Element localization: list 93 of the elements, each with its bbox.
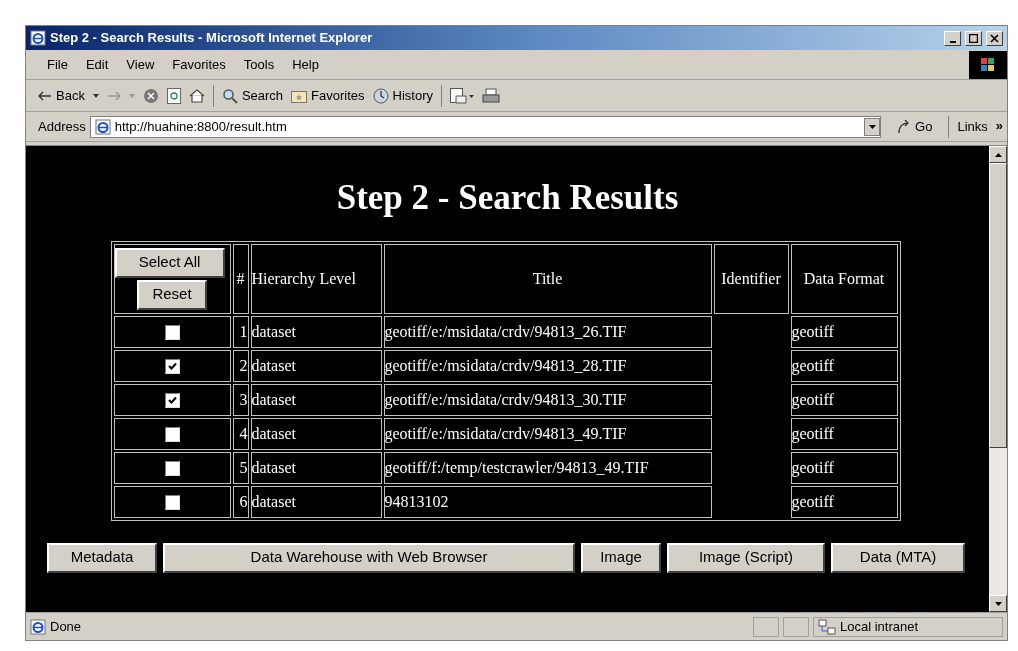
table-cell: dataset [250, 315, 382, 348]
clock-icon [372, 87, 389, 104]
table-cell: geotiff/e:/msidata/crdv/94813_30.TIF [383, 383, 712, 416]
home-icon[interactable] [188, 87, 205, 104]
dropdown-icon[interactable] [92, 93, 99, 98]
action-button[interactable]: Image [581, 542, 661, 573]
address-label: Address [38, 117, 86, 136]
row-checkbox[interactable] [164, 393, 180, 409]
zone-text: Local intranet [840, 617, 919, 636]
back-arrow-icon [38, 90, 52, 101]
page-icon [30, 618, 46, 635]
network-icon [818, 618, 836, 635]
up-arrow-icon [994, 152, 1002, 157]
row-checkbox[interactable] [164, 495, 180, 511]
maximize-icon [969, 33, 978, 43]
menu-item[interactable]: Favorites [163, 54, 235, 75]
status-panel [783, 616, 809, 637]
reset-button[interactable]: Reset [137, 279, 207, 310]
printer-icon[interactable] [482, 87, 501, 104]
table-cell: 5 [232, 451, 249, 484]
page-icon [94, 118, 111, 135]
column-header: Data Format [790, 243, 898, 314]
table-cell: 6 [232, 485, 249, 518]
scroll-up-button[interactable] [989, 146, 1007, 163]
search-button[interactable]: Search [221, 85, 284, 106]
close-button[interactable] [986, 30, 1003, 46]
status-text: Done [50, 617, 83, 636]
windows-logo-icon [969, 50, 1007, 79]
scroll-thumb[interactable] [989, 163, 1007, 448]
search-icon [221, 87, 238, 104]
menu-item[interactable]: File [38, 54, 77, 75]
table-cell: dataset [250, 485, 382, 518]
action-button[interactable]: Metadata [47, 542, 157, 573]
chevron-button[interactable]: » [991, 116, 1003, 136]
row-checkbox[interactable] [164, 359, 180, 375]
go-button[interactable]: Go [885, 116, 945, 137]
select-all-button[interactable]: Select All [114, 247, 225, 278]
table-cell: 1 [232, 315, 249, 348]
stop-icon[interactable] [142, 87, 159, 104]
action-button[interactable]: Image (Script) [667, 542, 825, 573]
browser-icon [30, 30, 46, 46]
table-cell: dataset [250, 451, 382, 484]
menu-item[interactable]: View [117, 54, 164, 75]
column-header: # [232, 243, 249, 314]
vertical-scrollbar[interactable] [989, 146, 1007, 612]
page-heading: Step 2 - Search Results [336, 177, 679, 219]
scroll-down-button[interactable] [989, 595, 1007, 612]
column-header: Hierarchy Level [250, 243, 382, 314]
checkmark-icon [167, 396, 177, 406]
table-cell: dataset [250, 383, 382, 416]
table-cell: geotiff/f:/temp/testcrawler/94813_49.TIF [383, 451, 712, 484]
table-cell: geotiff [790, 417, 898, 450]
column-header: Title [383, 243, 712, 314]
refresh-icon[interactable] [166, 87, 181, 104]
table-cell: geotiff [790, 383, 898, 416]
minimize-icon [949, 40, 956, 43]
menu-item[interactable]: Tools [234, 54, 284, 75]
table-cell: geotiff [790, 349, 898, 382]
table-cell: dataset [250, 349, 382, 382]
caret-icon [868, 124, 876, 129]
row-checkbox[interactable] [164, 461, 180, 477]
history-button[interactable]: History [372, 85, 434, 106]
table-cell: geotiff/e:/msidata/crdv/94813_49.TIF [383, 417, 712, 450]
links-button[interactable]: Links [953, 116, 988, 137]
table-cell: geotiff/e:/msidata/crdv/94813_28.TIF [383, 349, 712, 382]
table-cell: dataset [250, 417, 382, 450]
table-cell: 3 [232, 383, 249, 416]
dropdown-icon[interactable] [864, 117, 881, 136]
down-arrow-icon [994, 601, 1002, 606]
row-checkbox[interactable] [164, 325, 180, 341]
action-button[interactable]: Data (MTA) [831, 542, 965, 573]
window-title: Step 2 - Search Results - Microsoft Internet Explorer [50, 29, 373, 48]
action-button[interactable]: Data Warehouse with Web Browser [163, 542, 575, 573]
checkmark-icon [167, 362, 177, 372]
table-cell: 94813102 [383, 485, 712, 518]
menu-item[interactable]: Help [283, 54, 328, 75]
address-field[interactable]: http://huahine:8800/result.htm [89, 115, 882, 138]
row-checkbox[interactable] [164, 427, 180, 443]
table-cell: geotiff [790, 315, 898, 348]
table-cell: geotiff/e:/msidata/crdv/94813_26.TIF [383, 315, 712, 348]
close-icon [990, 33, 999, 43]
table-cell: 4 [232, 417, 249, 450]
star-folder-icon [291, 88, 308, 103]
column-header: Identifier [713, 243, 789, 314]
status-panel [753, 616, 779, 637]
table-cell: geotiff [790, 451, 898, 484]
table-cell: 2 [232, 349, 249, 382]
minimize-button[interactable] [944, 30, 961, 46]
table-cell: geotiff [790, 485, 898, 518]
menu-item[interactable]: Edit [76, 54, 118, 75]
back-button[interactable]: Back [38, 85, 85, 106]
favorites-button[interactable]: Favorites [291, 85, 365, 106]
maximize-button[interactable] [965, 30, 982, 46]
